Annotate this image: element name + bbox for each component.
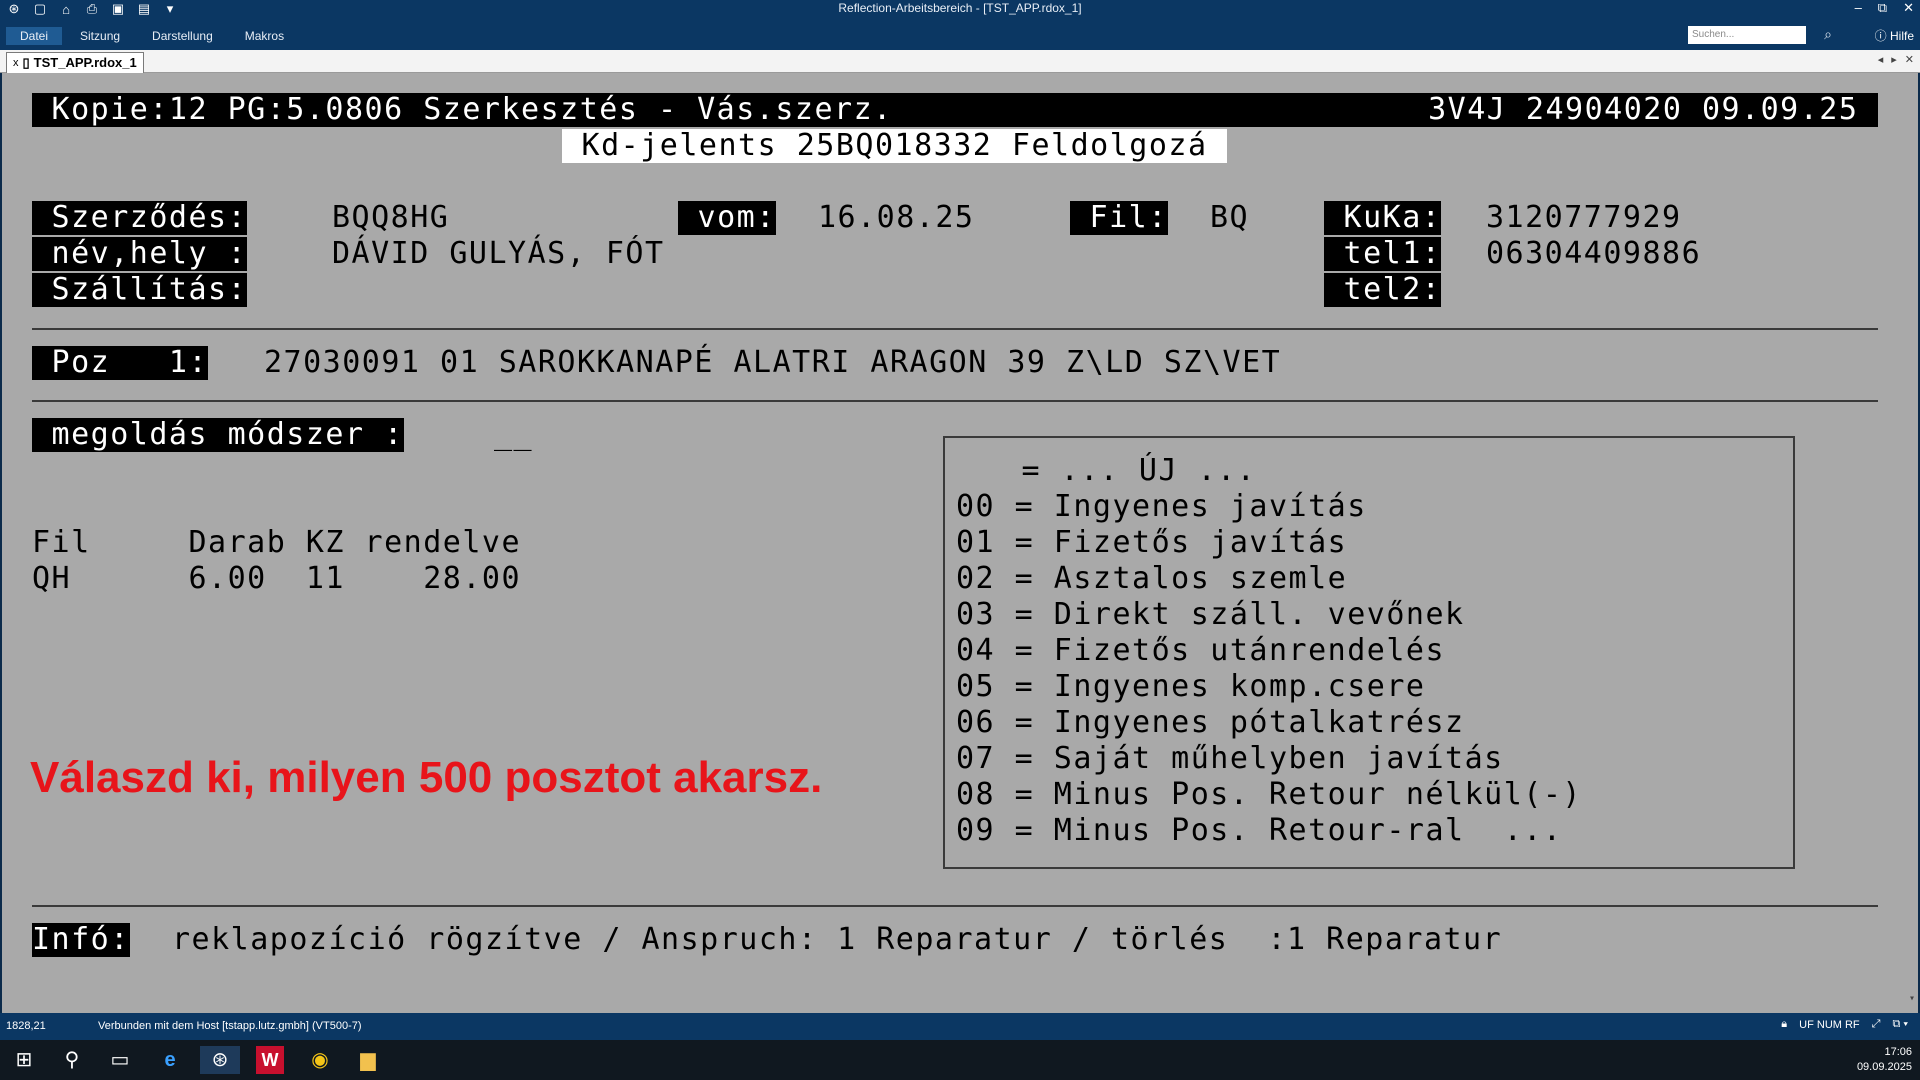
divider [32,905,1878,907]
close-document-icon[interactable]: ✕ [1905,53,1914,66]
document-nav: ◂ ▸ ✕ [1878,53,1914,66]
value-fil: BQ [1210,200,1250,235]
clock-time: 17:06 [1884,1046,1912,1058]
label-vom: vom: [678,200,776,235]
header-right: 3V4J 24904020 09.09.25 [1408,92,1878,127]
start-icon[interactable]: ⊞ [4,1046,44,1074]
system-clock[interactable]: 17:06 09.09.2025 [1857,1045,1912,1075]
option-item: 01 = Fizetős javítás [956,525,1348,560]
label-tel2: tel2: [1324,272,1442,307]
document-tab-bar: x ▯ TST_APP.rdox_1 ◂ ▸ ✕ [0,50,1920,73]
info-message: reklapozíció rögzítve / Anspruch: 1 Repa… [172,922,1503,957]
wolters-icon[interactable]: W [256,1046,284,1074]
search-icon[interactable]: ⌕ [1824,26,1832,43]
window-title: Reflection-Arbeitsbereich - [TST_APP.rdo… [838,1,1082,15]
divider [32,328,1878,330]
clock-date: 09.09.2025 [1856,1061,1912,1073]
document-tab[interactable]: x ▯ TST_APP.rdox_1 [6,52,144,73]
option-item: 09 = Minus Pos. Retour-ral ... [956,813,1563,848]
label-kuka: KuKa: [1324,200,1442,235]
scroll-down-arrow-icon[interactable]: ▾ [1906,993,1918,1013]
connection-status: Verbunden mit dem Host [tstapp.lutz.gmbh… [98,1020,362,1032]
divider [32,400,1878,402]
stock-table-header: Fil Darab KZ rendelve [32,525,522,560]
value-name: DÁVID GULYÁS, FÓT [332,236,665,271]
restore-icon[interactable]: ⧉ [1878,0,1887,16]
reflection-icon[interactable]: ⊛ [200,1046,240,1074]
option-item: 00 = Ingyenes javítás [956,489,1367,524]
ribbon-tabs: Datei Sitzung Darstellung Makros [6,27,298,45]
option-item: 04 = Fizetős utánrendelés [956,633,1446,668]
file-explorer-icon[interactable]: ▆ [348,1046,388,1074]
fullscreen-icon[interactable]: ⤢ [1872,1018,1881,1031]
label-info: Infó: [32,922,130,957]
label-fil: Fil: [1070,200,1168,235]
help-label: Hilfe [1889,29,1914,43]
value-position: 27030091 01 SAROKKANAPÉ ALATRI ARAGON 39… [264,345,1282,380]
taskbar: ⊞ ⚲ ▭ e ⊛ W ◉ ▆ 17:06 09.09.2025 [0,1040,1920,1080]
document-icon: ▯ [22,55,30,70]
close-icon[interactable]: ✕ [1903,0,1914,16]
edge-icon[interactable]: e [150,1046,190,1074]
tab-scroll-left-icon[interactable]: ◂ [1878,53,1884,66]
subtitle: Kd-jelents 25BQ018332 Feldolgozá [562,128,1228,163]
terminal-screen[interactable]: Kopie:12 PG:5.0806 Szerkesztés - Vás.sze… [2,73,1918,1013]
status-indicators: 🔒︎ UF NUM RF ⤢ ⧉ ▾ [1781,1018,1908,1031]
option-item: 03 = Direkt száll. vevőnek [956,597,1465,632]
hint-overlay-text: Válaszd ki, milyen 500 posztot akarsz. [30,753,823,802]
value-kuka: 3120777929 [1486,200,1682,235]
status-bar: 1828,21 Verbunden mit dem Host [tstapp.l… [0,1013,1920,1040]
search-input[interactable]: Suchen... [1688,26,1806,44]
lock-icon: 🔒︎ [1781,1018,1788,1030]
title-bar: ⊛ ▢ ⌂ ⎙ ▣ ▤ ▾ Reflection-Arbeitsbereich … [0,0,1920,50]
label-name: név,hely : [32,236,248,271]
value-tel1: 06304409886 [1486,236,1702,271]
option-item: 07 = Saját műhelyben javítás [956,741,1504,776]
option-item: 06 = Ingyenes pótalkatrész [956,705,1465,740]
close-tab-icon[interactable]: x [13,54,19,72]
document-tab-label: TST_APP.rdox_1 [33,55,137,70]
task-view-icon[interactable]: ▭ [100,1046,140,1074]
window-controls: – ⧉ ✕ [1855,0,1914,16]
stock-table-row: QH 6.00 11 28.00 [32,561,522,596]
tab-sitzung[interactable]: Sitzung [66,27,134,45]
tab-datei[interactable]: Datei [6,27,63,45]
tab-makros[interactable]: Makros [231,27,298,45]
option-item: 08 = Minus Pos. Retour nélkül(-) [956,777,1582,812]
header-left: Kopie:12 PG:5.0806 Szerkesztés - Vás.sze… [32,92,913,127]
search-taskbar-icon[interactable]: ⚲ [52,1046,92,1074]
option-item: 05 = Ingyenes komp.csere [956,669,1426,704]
label-tel1: tel1: [1324,236,1442,271]
option-item: = ... ÚJ ... [1002,453,1257,488]
tab-scroll-right-icon[interactable]: ▸ [1891,53,1897,66]
tab-darstellung[interactable]: Darstellung [138,27,227,45]
label-position: Poz 1: [32,345,209,380]
value-contract: BQQ8HG [332,200,450,235]
window-layout-icon[interactable]: ⧉ ▾ [1892,1018,1908,1031]
value-vom: 16.08.25 [818,200,975,235]
label-method: megoldás módszer : [32,417,404,452]
method-input[interactable]: __ [494,418,533,452]
option-item: 02 = Asztalos szemle [956,561,1348,596]
help-button[interactable]: ⓘ Hilfe [1875,27,1914,44]
minimize-icon[interactable]: – [1855,0,1862,16]
cursor-position: 1828,21 [6,1020,46,1032]
chrome-icon[interactable]: ◉ [300,1046,340,1074]
label-delivery: Szállítás: [32,272,248,307]
help-icon: ⓘ [1874,29,1887,43]
label-contract: Szerződés: [32,200,248,235]
keyboard-indicators: UF NUM RF [1799,1018,1860,1031]
